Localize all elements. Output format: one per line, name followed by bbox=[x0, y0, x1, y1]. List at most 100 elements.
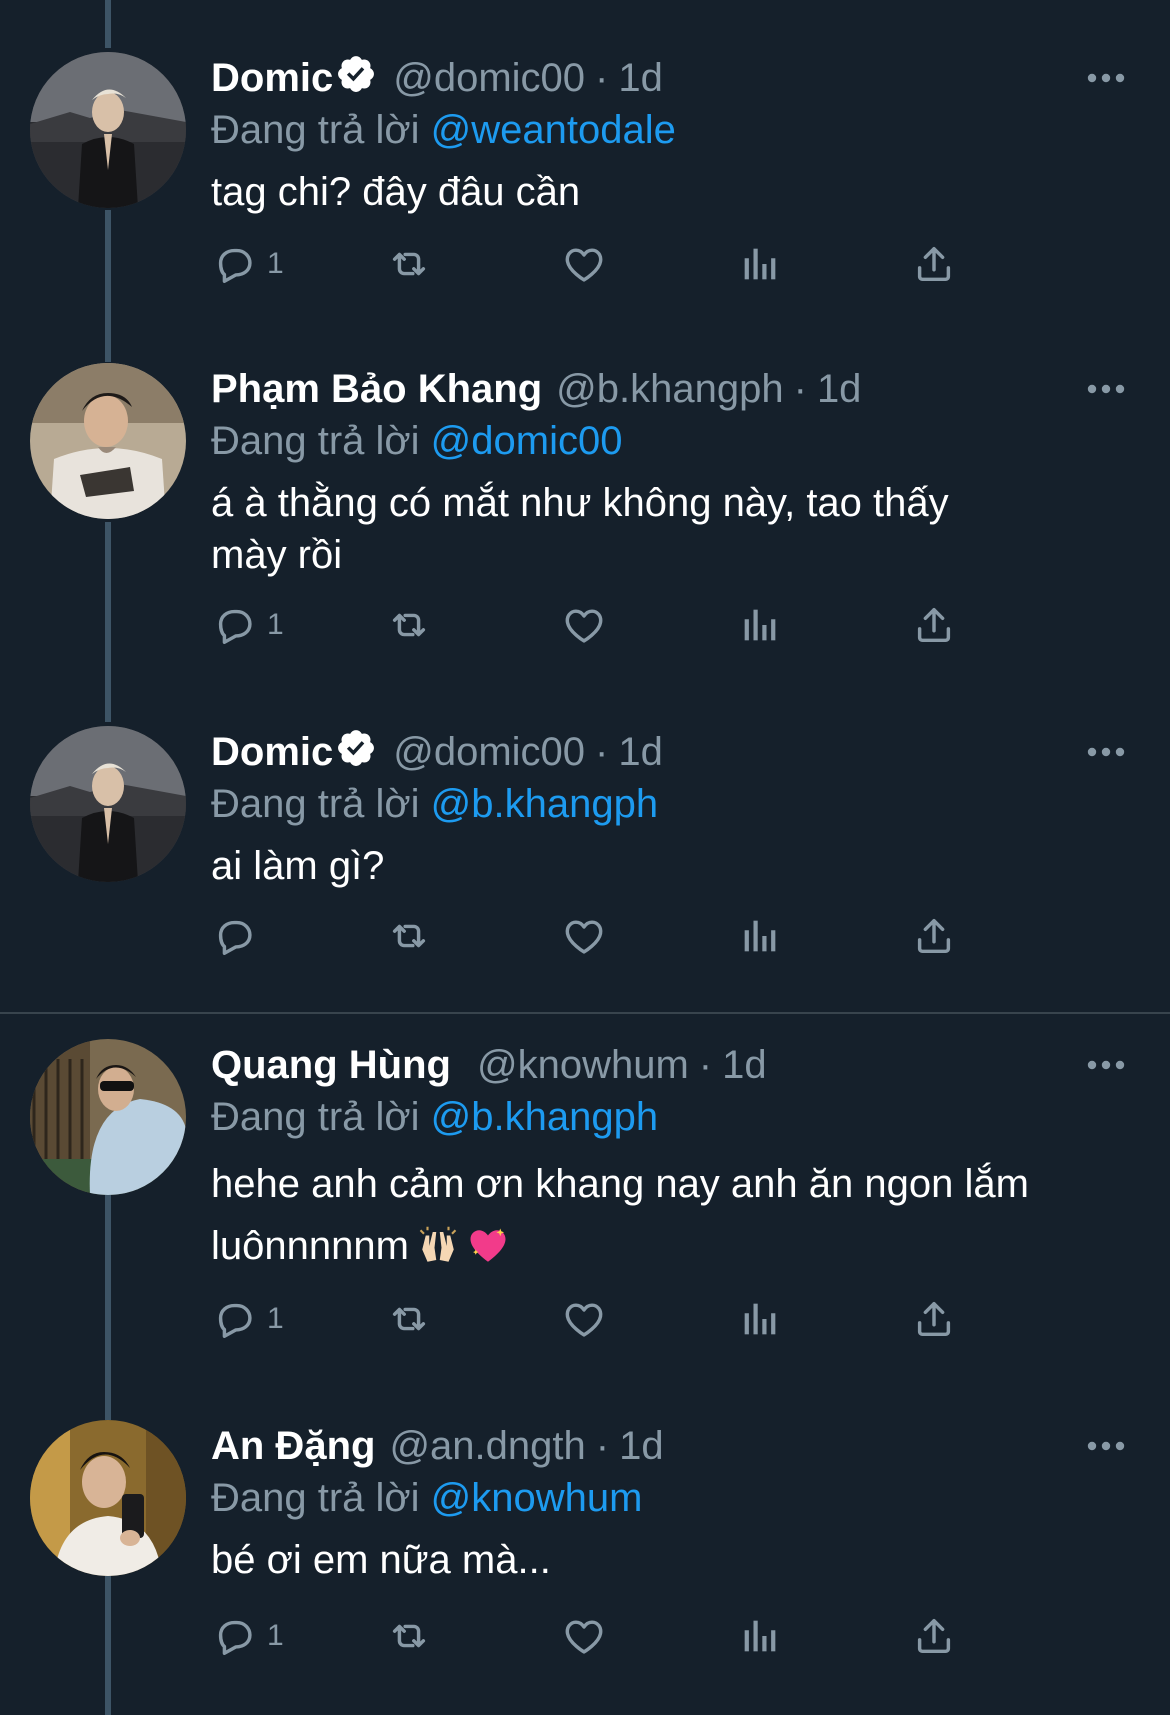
user-handle[interactable]: @b.khangph bbox=[556, 367, 783, 411]
replying-to: Đang trả lời @domic00 bbox=[211, 415, 1130, 467]
reply-button[interactable]: 1 bbox=[211, 1610, 284, 1662]
display-name[interactable]: Quang Hùng bbox=[211, 1043, 451, 1087]
tweet[interactable]: An Đặng @an.dngth · 1d Đang trả lời @knowhu… bbox=[0, 1420, 1170, 1700]
tweet[interactable]: Phạm Bảo Khang @b.khangph · 1d Đang trả lời… bbox=[0, 363, 1170, 673]
share-button[interactable] bbox=[911, 238, 957, 290]
timestamp[interactable]: 1d bbox=[619, 1424, 664, 1468]
replying-to: Đang trả lời @weantodale bbox=[211, 104, 1130, 156]
replying-prefix: Đang trả lời bbox=[211, 782, 420, 826]
avatar[interactable] bbox=[30, 1420, 186, 1576]
user-handle[interactable]: @an.dngth bbox=[389, 1424, 585, 1468]
like-button[interactable] bbox=[561, 1610, 607, 1662]
mention-link[interactable]: @weantodale bbox=[431, 108, 676, 152]
like-button[interactable] bbox=[561, 1293, 607, 1345]
retweet-icon bbox=[392, 252, 426, 276]
tweet-actions: 1 bbox=[211, 238, 1091, 290]
user-handle[interactable]: @domic00 bbox=[393, 730, 585, 774]
retweet-button[interactable] bbox=[385, 599, 433, 651]
like-icon bbox=[565, 1620, 603, 1654]
tweet[interactable]: Quang Hùng @knowhum · 1d Đang trả lời @b.kh… bbox=[0, 1039, 1170, 1359]
reply-count: 1 bbox=[267, 1302, 284, 1335]
more-icon[interactable] bbox=[1082, 726, 1130, 778]
tweet-text: tag chi? đây đâu cần bbox=[211, 170, 581, 214]
reply-button[interactable]: 1 bbox=[211, 238, 284, 290]
tweet-header: An Đặng @an.dngth · 1d bbox=[211, 1420, 1130, 1472]
avatar[interactable] bbox=[30, 363, 186, 519]
tweet-actions: 1 bbox=[211, 1293, 1091, 1345]
retweet-button[interactable] bbox=[385, 238, 433, 290]
replying-to: Đang trả lời @b.khangph bbox=[211, 1091, 1130, 1143]
replying-prefix: Đang trả lời bbox=[211, 419, 420, 463]
timestamp[interactable]: 1d bbox=[618, 730, 663, 774]
raising-hands-emoji bbox=[419, 1226, 457, 1262]
display-name[interactable]: An Đặng bbox=[211, 1424, 375, 1468]
separator: · bbox=[595, 56, 609, 100]
views-icon bbox=[744, 609, 776, 641]
share-button[interactable] bbox=[911, 1610, 957, 1662]
share-button[interactable] bbox=[911, 910, 957, 962]
more-icon[interactable] bbox=[1082, 363, 1130, 415]
tweet-actions: 1 bbox=[211, 599, 1091, 651]
avatar[interactable] bbox=[30, 726, 186, 882]
mention-link[interactable]: @b.khangph bbox=[431, 782, 658, 826]
views-button[interactable] bbox=[737, 238, 783, 290]
views-button[interactable] bbox=[737, 1293, 783, 1345]
mention-link[interactable]: @knowhum bbox=[431, 1476, 643, 1520]
replying-to: Đang trả lời @knowhum bbox=[211, 1472, 1130, 1524]
display-name[interactable]: Phạm Bảo Khang bbox=[211, 367, 542, 411]
mention-link[interactable]: @domic00 bbox=[431, 419, 623, 463]
avatar[interactable] bbox=[30, 1039, 186, 1195]
separator: · bbox=[595, 1424, 610, 1468]
separator: · bbox=[793, 367, 807, 411]
retweet-button[interactable] bbox=[385, 1610, 433, 1662]
reply-timeline: Domic @domic00 · 1d Đang trả lời @weantodal… bbox=[0, 0, 1170, 1715]
more-icon[interactable] bbox=[1082, 52, 1130, 104]
tweet-header: Quang Hùng @knowhum · 1d bbox=[211, 1039, 1130, 1091]
views-icon bbox=[744, 1303, 776, 1335]
timestamp[interactable]: 1d bbox=[817, 367, 862, 411]
more-icon[interactable] bbox=[1082, 1420, 1130, 1472]
views-icon bbox=[744, 920, 776, 952]
display-name[interactable]: Domic bbox=[211, 56, 333, 100]
reply-button[interactable]: 1 bbox=[211, 599, 284, 651]
like-icon bbox=[565, 248, 603, 282]
mention-link[interactable]: @b.khangph bbox=[431, 1095, 658, 1139]
user-handle[interactable]: @domic00 bbox=[393, 56, 585, 100]
timestamp[interactable]: 1d bbox=[722, 1043, 767, 1087]
tweet-actions bbox=[211, 910, 1091, 962]
reply-count: 1 bbox=[267, 247, 284, 280]
retweet-button[interactable] bbox=[385, 910, 433, 962]
replying-prefix: Đang trả lời bbox=[211, 108, 420, 152]
reply-button[interactable] bbox=[211, 910, 267, 962]
like-button[interactable] bbox=[561, 910, 607, 962]
views-button[interactable] bbox=[737, 1610, 783, 1662]
views-icon bbox=[744, 248, 776, 280]
avatar[interactable] bbox=[30, 52, 186, 208]
like-icon bbox=[565, 920, 603, 954]
timestamp[interactable]: 1d bbox=[618, 56, 663, 100]
retweet-button[interactable] bbox=[385, 1293, 433, 1345]
tweet-header: Phạm Bảo Khang @b.khangph · 1d bbox=[211, 363, 1130, 415]
tweet-header: Domic @domic00 · 1d bbox=[211, 726, 1130, 778]
reply-icon bbox=[218, 1620, 252, 1655]
more-icon[interactable] bbox=[1082, 1039, 1130, 1091]
user-handle[interactable]: @knowhum bbox=[477, 1043, 689, 1087]
tweet[interactable]: Domic @domic00 · 1d Đang trả lời @weantodal… bbox=[0, 52, 1170, 322]
views-button[interactable] bbox=[737, 599, 783, 651]
tweet-text: bé ơi em nữa mà... bbox=[211, 1538, 551, 1582]
share-button[interactable] bbox=[911, 1293, 957, 1345]
display-name[interactable]: Domic bbox=[211, 730, 333, 774]
like-icon bbox=[565, 609, 603, 643]
replying-prefix: Đang trả lời bbox=[211, 1095, 420, 1139]
tweet-text: á à thằng có mắt như không này, tao thấy… bbox=[211, 481, 949, 577]
tweet[interactable]: Domic @domic00 · 1d Đang trả lời @b.khangph… bbox=[0, 726, 1170, 996]
like-button[interactable] bbox=[561, 599, 607, 651]
like-button[interactable] bbox=[561, 238, 607, 290]
share-icon bbox=[917, 246, 951, 282]
share-button[interactable] bbox=[911, 599, 957, 651]
views-button[interactable] bbox=[737, 910, 783, 962]
reply-button[interactable]: 1 bbox=[211, 1293, 284, 1345]
separator: · bbox=[698, 1043, 713, 1087]
reply-count: 1 bbox=[267, 608, 284, 641]
reply-icon bbox=[218, 609, 252, 644]
